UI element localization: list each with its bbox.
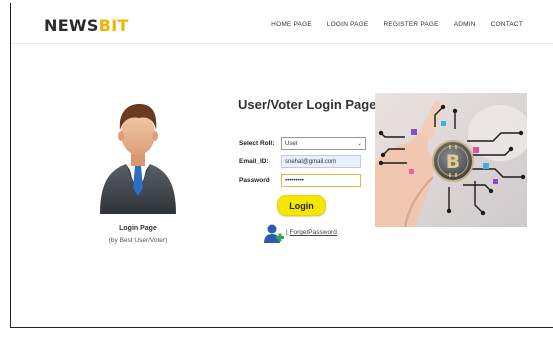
nav-contact[interactable]: CONTACT — [491, 21, 523, 28]
user-avatar-icon — [100, 104, 176, 214]
profile-caption-title: Login Page — [119, 225, 157, 232]
navbar: NEWSBIT HOME PAGE LOGIN PAGE REGISTER PA… — [11, 6, 553, 44]
role-label: Select Roll: — [239, 140, 275, 147]
nav-menu: HOME PAGE LOGIN PAGE REGISTER PAGE ADMIN… — [271, 21, 523, 28]
profile-caption-subtitle: (by Best User/Voter) — [108, 237, 168, 244]
login-button[interactable]: Login — [277, 195, 326, 216]
forgot-password: | ForgetPassword — [286, 229, 337, 236]
password-field[interactable]: ••••••••• — [281, 174, 361, 187]
email-label: Email_ID: — [239, 158, 269, 165]
email-field-value: snehal@gmail.com — [285, 158, 337, 165]
nav-home[interactable]: HOME PAGE — [271, 21, 312, 28]
logo-part-bit: BIT — [98, 16, 129, 35]
site-logo[interactable]: NEWSBIT — [44, 16, 129, 35]
email-field[interactable]: snehal@gmail.com — [281, 155, 361, 168]
form-title: User/Voter Login Page — [238, 97, 377, 112]
nav-admin[interactable]: ADMIN — [454, 21, 476, 28]
nav-login[interactable]: LOGIN PAGE — [327, 21, 369, 28]
chevron-down-icon: ⌄ — [356, 141, 362, 147]
role-select-value: User — [285, 140, 298, 147]
forgot-password-link[interactable]: ForgetPassword — [290, 229, 337, 236]
svg-text:B: B — [446, 151, 460, 173]
forgot-separator: | — [286, 229, 288, 236]
role-select[interactable]: User ⌄ — [281, 137, 366, 150]
password-field-value: ••••••••• — [285, 177, 304, 184]
nav-register[interactable]: REGISTER PAGE — [383, 21, 438, 28]
bitcoin-circuit-image: B — [375, 93, 527, 227]
logo-part-news: NEWS — [44, 16, 99, 35]
password-label: Password — [239, 177, 270, 184]
add-user-icon[interactable] — [263, 223, 285, 246]
